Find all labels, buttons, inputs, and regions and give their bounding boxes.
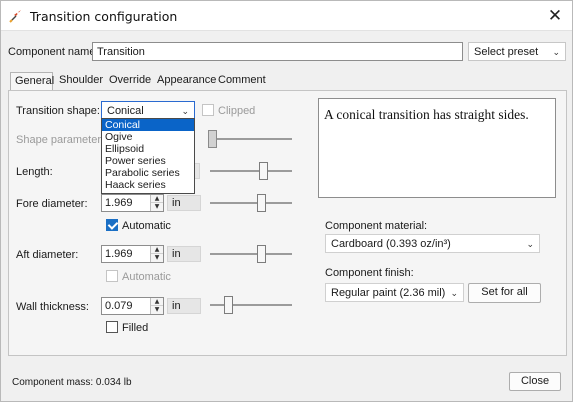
transition-shape-label: Transition shape: — [16, 105, 100, 117]
spin-down-icon[interactable]: ▼ — [151, 203, 163, 211]
component-mass-label: Component mass: 0.034 lb — [12, 377, 132, 388]
shape-parameter-slider[interactable] — [208, 129, 292, 149]
select-preset-label: Select preset — [474, 46, 539, 58]
aft-diameter-label: Aft diameter: — [16, 249, 79, 261]
component-finish-label: Component finish: — [325, 267, 414, 279]
aft-automatic-checkbox[interactable] — [106, 270, 118, 282]
tab-shoulder[interactable]: Shoulder — [55, 72, 107, 91]
slider-track — [210, 170, 292, 172]
fore-diameter-spinner[interactable]: 1.969 ▲ ▼ — [101, 194, 164, 212]
slider-thumb[interactable] — [257, 245, 266, 263]
chevron-down-icon: ⌄ — [450, 289, 458, 299]
component-finish-dropdown[interactable]: Regular paint (2.36 mil) ⌄ — [325, 283, 464, 302]
slider-track — [210, 202, 292, 204]
transition-shape-value: Conical — [107, 105, 144, 117]
clipped-label: Clipped — [218, 105, 256, 117]
tab-appearance[interactable]: Appearance — [153, 72, 220, 91]
spin-up-icon[interactable]: ▲ — [151, 195, 163, 203]
option-haack-series[interactable]: Haack series — [102, 179, 194, 191]
rocket-icon — [9, 10, 21, 23]
length-label: Length: — [16, 166, 53, 178]
slider-thumb[interactable] — [259, 162, 268, 180]
slider-track — [210, 304, 292, 306]
spin-down-icon[interactable]: ▼ — [151, 254, 163, 262]
spin-up-icon[interactable]: ▲ — [151, 246, 163, 254]
slider-track — [210, 138, 292, 140]
slider-thumb[interactable] — [257, 194, 266, 212]
title-bar: Transition configuration ✕ — [1, 1, 572, 31]
option-power-series[interactable]: Power series — [102, 155, 194, 167]
option-ogive[interactable]: Ogive — [102, 131, 194, 143]
fore-diameter-unit: in — [167, 195, 201, 211]
shape-description-box: A conical transition has straight sides. — [318, 98, 556, 198]
chevron-down-icon: ⌄ — [552, 48, 560, 58]
wall-thickness-unit: in — [167, 298, 201, 314]
clipped-checkbox[interactable] — [202, 104, 214, 116]
transition-shape-dropdown[interactable]: Conical ⌄ — [101, 101, 195, 119]
wall-thickness-value: 0.079 — [105, 300, 133, 312]
component-material-label: Component material: — [325, 220, 428, 232]
aft-automatic-label: Automatic — [122, 271, 171, 283]
set-for-all-button[interactable]: Set for all — [468, 283, 541, 303]
slider-track — [210, 253, 292, 255]
fore-diameter-label: Fore diameter: — [16, 198, 88, 210]
aft-diameter-value: 1.969 — [105, 248, 133, 260]
tab-comment[interactable]: Comment — [214, 72, 270, 91]
spin-down-icon[interactable]: ▼ — [151, 306, 163, 314]
aft-diameter-unit: in — [167, 246, 201, 262]
wall-thickness-slider[interactable] — [210, 295, 292, 315]
option-ellipsoid[interactable]: Ellipsoid — [102, 143, 194, 155]
fore-diameter-value: 1.969 — [105, 197, 133, 209]
component-material-value: Cardboard (0.393 oz/in³) — [331, 238, 451, 250]
chevron-down-icon: ⌄ — [181, 107, 189, 117]
wall-thickness-label: Wall thickness: — [16, 301, 89, 313]
fore-automatic-checkbox[interactable] — [106, 219, 118, 231]
shape-parameter-label: Shape parameter: — [16, 134, 105, 146]
option-parabolic-series[interactable]: Parabolic series — [102, 167, 194, 179]
spin-up-icon[interactable]: ▲ — [151, 298, 163, 306]
spin-buttons: ▲ ▼ — [150, 246, 163, 262]
chevron-down-icon: ⌄ — [526, 240, 534, 250]
wall-thickness-spinner[interactable]: 0.079 ▲ ▼ — [101, 297, 164, 315]
aft-diameter-spinner[interactable]: 1.969 ▲ ▼ — [101, 245, 164, 263]
close-button[interactable]: Close — [509, 372, 561, 391]
component-finish-value: Regular paint (2.36 mil) — [331, 287, 446, 299]
select-preset-dropdown[interactable]: Select preset ⌄ — [468, 42, 566, 61]
length-slider[interactable] — [210, 161, 292, 181]
component-material-dropdown[interactable]: Cardboard (0.393 oz/in³) ⌄ — [325, 234, 540, 253]
slider-thumb[interactable] — [208, 130, 217, 148]
aft-diameter-slider[interactable] — [210, 244, 292, 264]
component-name-label: Component name: — [8, 46, 99, 58]
fore-diameter-slider[interactable] — [210, 193, 292, 213]
slider-thumb[interactable] — [224, 296, 233, 314]
filled-checkbox[interactable] — [106, 321, 118, 333]
window-title: Transition configuration — [30, 9, 178, 24]
tab-general[interactable]: General — [10, 72, 54, 92]
option-conical[interactable]: Conical — [102, 119, 194, 131]
fore-automatic-label: Automatic — [122, 220, 171, 232]
transition-configuration-window: Transition configuration ✕ Component nam… — [0, 0, 573, 402]
spin-buttons: ▲ ▼ — [150, 195, 163, 211]
component-name-input[interactable]: Transition — [92, 42, 463, 61]
tab-override[interactable]: Override — [105, 72, 155, 91]
filled-label: Filled — [122, 322, 149, 334]
spin-buttons: ▲ ▼ — [150, 298, 163, 314]
transition-shape-options-list: Conical Ogive Ellipsoid Power series Par… — [101, 118, 195, 194]
close-window-button[interactable]: ✕ — [542, 4, 568, 28]
